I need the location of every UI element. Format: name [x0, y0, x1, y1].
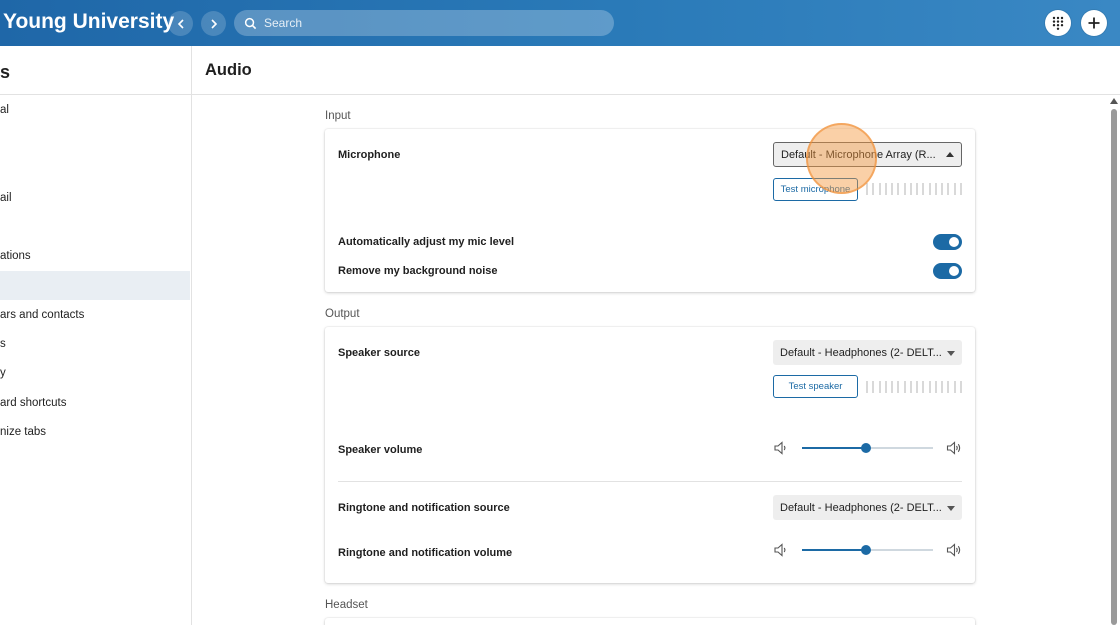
headset-card: [325, 618, 975, 625]
microphone-select[interactable]: Default - Microphone Array (R...: [773, 142, 962, 167]
speaker-source-label: Speaker source: [338, 347, 420, 359]
auto-adjust-toggle[interactable]: [933, 234, 962, 250]
headset-section-label: Headset: [325, 599, 368, 611]
sidebar-item-privacy[interactable]: y: [0, 358, 190, 387]
volume-low-icon: [774, 543, 786, 557]
microphone-label: Microphone: [338, 149, 401, 161]
caret-up-icon: [946, 151, 954, 157]
volume-high-icon: [946, 441, 961, 455]
brand-name: Young University: [3, 10, 175, 33]
slider-fill: [802, 447, 867, 449]
page-title: Audio: [205, 61, 252, 79]
search-icon: [244, 17, 257, 29]
sidebar-item-audio[interactable]: [0, 271, 190, 300]
noise-suppression-label: Remove my background noise: [338, 265, 498, 277]
caret-down-icon: [947, 505, 955, 511]
back-button[interactable]: [168, 11, 193, 36]
test-speaker-button[interactable]: Test speaker: [773, 375, 858, 398]
ringtone-source-value: Default - Headphones (2- DELT...: [780, 501, 942, 514]
sidebar-item-general[interactable]: al: [0, 95, 190, 124]
sidebar-item-calendars-contacts[interactable]: ars and contacts: [0, 300, 190, 329]
speaker-volume-slider[interactable]: [773, 439, 962, 457]
header-divider: [192, 94, 1120, 95]
slider-thumb[interactable]: [861, 443, 872, 453]
content-scrollbar[interactable]: [1108, 95, 1120, 625]
dialpad-button[interactable]: [1045, 10, 1071, 36]
auto-adjust-label: Automatically adjust my mic level: [338, 236, 515, 248]
microphone-level-meter: [866, 183, 962, 195]
volume-low-icon: [774, 441, 786, 455]
input-card: Microphone Default - Microphone Array (R…: [325, 129, 975, 292]
search-input[interactable]: [264, 16, 594, 30]
ringtone-source-label: Ringtone and notification source: [338, 502, 510, 514]
ringtone-volume-slider[interactable]: [773, 541, 962, 559]
speaker-source-value: Default - Headphones (2- DELT...: [780, 346, 942, 359]
output-divider: [338, 481, 962, 482]
microphone-value: Default - Microphone Array (R...: [781, 148, 936, 161]
chevron-right-icon: [210, 18, 217, 29]
sidebar-item-keyboard-shortcuts[interactable]: ard shortcuts: [0, 388, 190, 417]
sidebar-item-voicemail[interactable]: ail: [0, 183, 190, 212]
output-card: Speaker source Default - Headphones (2- …: [325, 327, 975, 583]
chevron-left-icon: [177, 18, 184, 29]
ringtone-volume-label: Ringtone and notification volume: [338, 547, 513, 559]
volume-high-icon: [946, 543, 961, 557]
forward-button[interactable]: [201, 11, 226, 36]
test-microphone-button[interactable]: Test microphone: [773, 178, 858, 201]
search-box[interactable]: [234, 10, 614, 36]
speaker-volume-label: Speaker volume: [338, 444, 423, 456]
sidebar-title: s: [0, 62, 11, 82]
settings-sidebar: s al ail ations ars and contacts s y ard…: [0, 46, 192, 625]
slider-fill: [802, 549, 867, 551]
top-bar: Young University: [0, 0, 1120, 46]
ringtone-source-select[interactable]: Default - Headphones (2- DELT...: [773, 495, 962, 520]
scroll-up-arrow-icon[interactable]: [1110, 98, 1118, 104]
sidebar-item-apps[interactable]: s: [0, 329, 190, 358]
dialpad-icon: [1052, 16, 1064, 30]
caret-down-icon: [947, 350, 955, 356]
sidebar-item-customize-tabs[interactable]: nize tabs: [0, 417, 190, 446]
noise-suppression-toggle[interactable]: [933, 263, 962, 279]
sidebar-item-notifications[interactable]: ations: [0, 241, 190, 270]
slider-thumb[interactable]: [861, 545, 872, 555]
plus-icon: [1088, 17, 1100, 29]
scrollbar-thumb[interactable]: [1111, 109, 1117, 625]
new-button[interactable]: [1081, 10, 1107, 36]
output-section-label: Output: [325, 308, 360, 320]
speaker-level-meter: [866, 381, 962, 393]
speaker-source-select[interactable]: Default - Headphones (2- DELT...: [773, 340, 962, 365]
input-section-label: Input: [325, 110, 351, 122]
